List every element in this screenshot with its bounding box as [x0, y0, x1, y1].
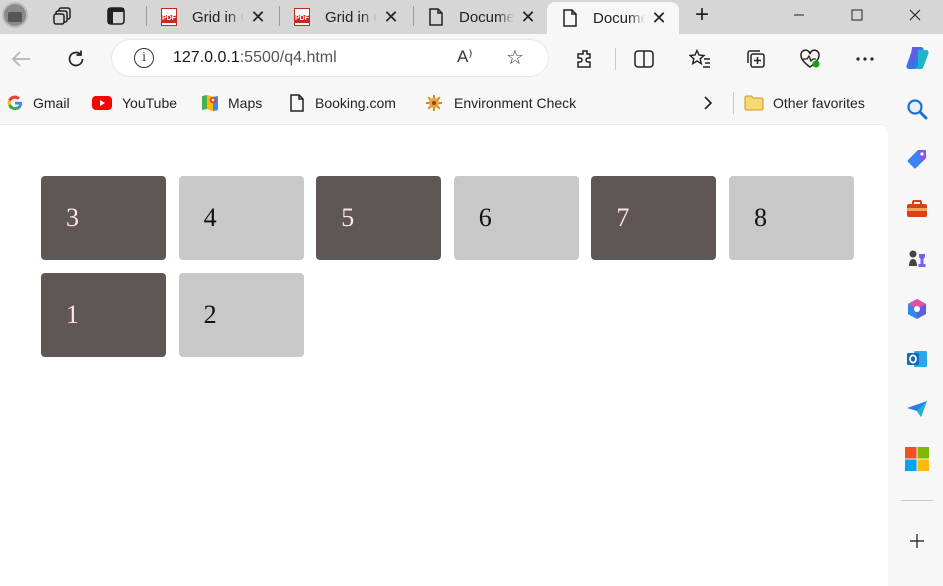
extensions-icon[interactable]: [573, 47, 597, 71]
more-options-icon[interactable]: [853, 47, 877, 71]
collections-icon[interactable]: [744, 47, 768, 71]
back-icon[interactable]: [9, 47, 33, 71]
tab-title: Grid in C: [325, 8, 377, 26]
grid-item: 6: [453, 176, 579, 260]
close-tab-icon[interactable]: ✕: [383, 7, 399, 27]
microsoft365-icon[interactable]: [905, 297, 929, 321]
grid-item: 7: [591, 176, 717, 260]
profile-avatar[interactable]: [2, 2, 28, 28]
navigation-toolbar: i 127.0.0.1:5500/q4.html A⁾ ☆: [0, 34, 943, 84]
document-icon: [288, 94, 306, 112]
maximize-icon[interactable]: [834, 0, 880, 30]
grid-item: 5: [316, 176, 442, 260]
tab-pdf-2[interactable]: PDF Grid in C ✕: [279, 2, 411, 32]
new-tab-icon[interactable]: +: [690, 3, 714, 28]
grid-item: 4: [178, 176, 304, 260]
favorite-environment-check[interactable]: Environment Check: [425, 93, 576, 113]
browser-essentials-icon[interactable]: [798, 47, 822, 71]
games-icon[interactable]: [905, 247, 929, 271]
grid-container: 3 4 5 6 7 8 1 2: [41, 176, 854, 357]
outlook-icon[interactable]: [905, 347, 929, 371]
close-tab-icon[interactable]: ✕: [250, 7, 266, 27]
close-tab-icon[interactable]: ✕: [651, 8, 667, 28]
close-window-icon[interactable]: [892, 0, 938, 30]
drop-send-icon[interactable]: [905, 397, 929, 421]
favorite-label: Environment Check: [454, 95, 577, 111]
favorite-maps[interactable]: Maps: [201, 93, 262, 113]
favorites-overflow-icon[interactable]: [702, 93, 714, 113]
read-aloud-icon[interactable]: A⁾: [457, 47, 473, 67]
pdf-icon: PDF: [160, 8, 178, 26]
document-icon: [561, 9, 579, 27]
google-icon: [6, 94, 24, 112]
maps-icon: [201, 94, 219, 112]
copilot-icon[interactable]: [903, 44, 931, 72]
tab-document-1[interactable]: Document ✕: [413, 2, 545, 32]
split-screen-icon[interactable]: [632, 47, 656, 71]
search-icon[interactable]: [905, 97, 929, 121]
favorite-gmail[interactable]: Gmail: [6, 93, 70, 113]
folder-icon: [744, 94, 764, 112]
favorite-label: Other favorites: [773, 95, 865, 111]
youtube-icon: [91, 94, 113, 112]
favorite-label: YouTube: [122, 95, 178, 111]
tab-title: Grid in C: [192, 8, 244, 26]
grid-item: 2: [178, 273, 304, 357]
tab-title: Document: [593, 9, 645, 27]
url-text[interactable]: 127.0.0.1:5500/q4.html: [173, 49, 337, 67]
shopping-tag-icon[interactable]: [905, 147, 929, 171]
tools-icon[interactable]: [905, 197, 929, 221]
favorite-youtube[interactable]: YouTube: [91, 93, 177, 113]
gear-icon: [425, 94, 443, 112]
edge-sidebar: [891, 84, 943, 586]
favorite-star-icon[interactable]: ☆: [506, 45, 524, 70]
tab-document-active[interactable]: Document ✕: [547, 2, 679, 34]
refresh-icon[interactable]: [64, 47, 88, 71]
favorite-booking[interactable]: Booking.com: [288, 93, 396, 113]
favorites-icon[interactable]: [688, 47, 712, 71]
tab-title: Document: [459, 8, 514, 26]
favorite-label: Gmail: [33, 95, 70, 111]
document-icon: [427, 8, 445, 26]
sidebar-divider: [901, 500, 933, 501]
tab-actions-icon[interactable]: [105, 5, 127, 27]
tab-pdf-1[interactable]: PDF Grid in C ✕: [146, 2, 278, 32]
grid-item: 1: [41, 273, 166, 357]
workspaces-icon[interactable]: [52, 5, 74, 27]
close-tab-icon[interactable]: ✕: [520, 7, 536, 27]
other-favorites-folder[interactable]: Other favorites: [744, 93, 865, 113]
favorite-label: Maps: [228, 95, 263, 111]
pdf-icon: PDF: [293, 8, 311, 26]
grid-item: 3: [41, 176, 166, 260]
tab-strip: PDF Grid in C ✕ PDF Grid in C ✕ Document…: [0, 0, 943, 34]
address-bar[interactable]: i 127.0.0.1:5500/q4.html A⁾ ☆: [112, 40, 548, 76]
site-info-icon[interactable]: i: [134, 48, 154, 68]
favorites-bar: Gmail YouTube Maps Booking.com Environme…: [0, 84, 943, 122]
grid-item: 8: [728, 176, 854, 260]
favorite-label: Booking.com: [315, 95, 396, 111]
add-sidebar-app-icon[interactable]: [905, 529, 929, 553]
microsoft-store-icon[interactable]: [905, 447, 929, 471]
minimize-icon[interactable]: [776, 0, 822, 30]
page-viewport: 3 4 5 6 7 8 1 2: [0, 124, 888, 586]
